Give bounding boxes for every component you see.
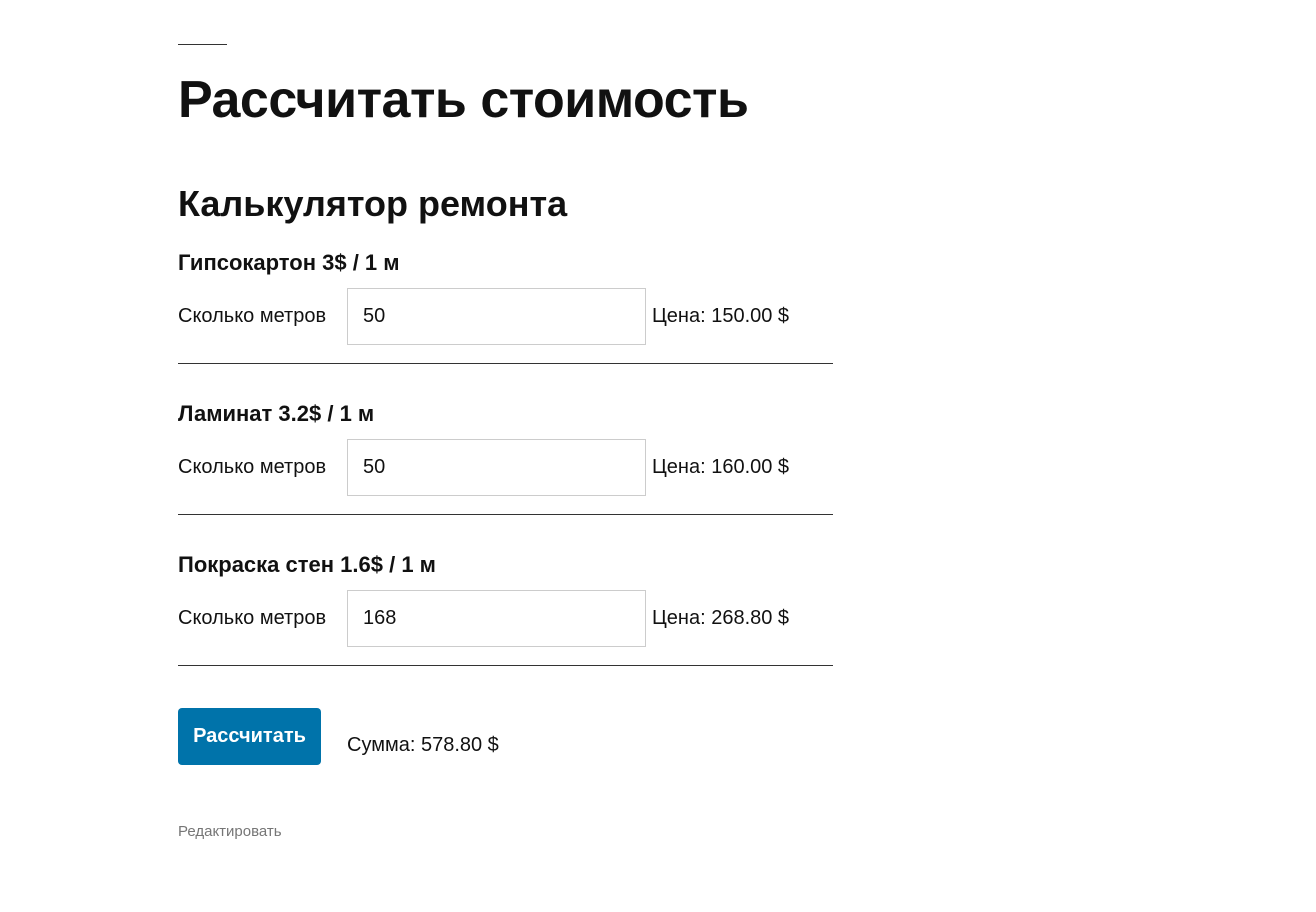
quantity-input-laminate[interactable] [347,439,646,496]
item-heading: Ламинат 3.2$ / 1 м [178,401,375,426]
quantity-input-wall-paint[interactable] [347,590,646,647]
total-sum: Сумма: 578.80 $ [347,734,499,756]
item-price: Цена: 150.00 $ [652,305,790,327]
quantity-input-drywall[interactable] [347,288,646,345]
item-price: Цена: 160.00 $ [652,456,790,478]
item-price: Цена: 268.80 $ [652,607,790,629]
quantity-label: Сколько метров [178,456,327,478]
title-separator [178,44,227,45]
calc-item-drywall: Гипсокартон 3$ / 1 м Сколько метров Цена… [178,250,833,401]
page-title: Рассчитать стоимость [178,71,749,129]
calculator-title: Калькулятор ремонта [178,183,568,224]
item-divider [178,665,833,666]
item-divider [178,514,833,515]
item-row: Сколько метров Цена: 150.00 $ [178,288,833,345]
calculate-button[interactable]: Рассчитать [178,708,321,765]
calc-item-laminate: Ламинат 3.2$ / 1 м Сколько метров Цена: … [178,401,833,552]
item-heading: Гипсокартон 3$ / 1 м [178,250,400,275]
quantity-label: Сколько метров [178,305,327,327]
item-heading: Покраска стен 1.6$ / 1 м [178,552,436,577]
quantity-label: Сколько метров [178,607,327,629]
edit-link[interactable]: Редактировать [178,823,282,841]
item-divider [178,363,833,364]
item-row: Сколько метров Цена: 160.00 $ [178,439,833,496]
item-row: Сколько метров Цена: 268.80 $ [178,590,833,647]
calc-item-wall-paint: Покраска стен 1.6$ / 1 м Сколько метров … [178,552,833,703]
